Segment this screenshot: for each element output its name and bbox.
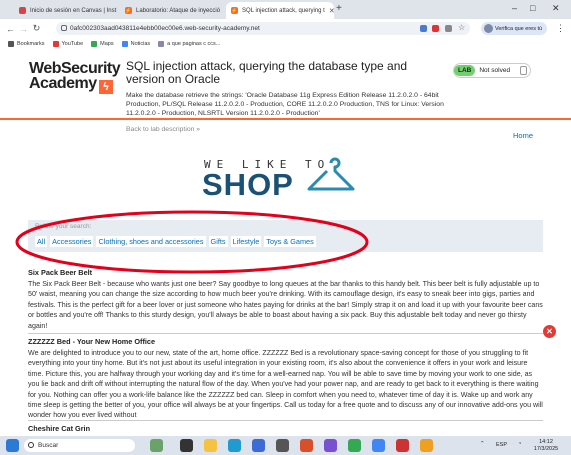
clock[interactable]: 14:12 17/3/2025 (530, 439, 562, 452)
site-info-icon[interactable] (61, 25, 67, 31)
home-link[interactable]: Home (513, 131, 533, 140)
tab-sql-injection[interactable]: ⚡ SQL injection attack, querying t ✕ (226, 2, 334, 19)
windows-taskbar: Buscar ⌃ ESP ◔ 14:12 17/3/2025 (0, 436, 571, 455)
bookmark-label: Bookmarks (17, 41, 45, 47)
bookmark-item[interactable]: Maps (91, 41, 114, 47)
bookmark-item[interactable]: a que paginas c ccs... (158, 41, 220, 47)
search-icon (28, 442, 34, 448)
product-description: We are delighted to introduce you to our… (28, 349, 543, 420)
portswigger-favicon-icon: ⚡ (125, 7, 132, 14)
clock-date: 17/3/2025 (533, 445, 559, 452)
red-annotation-ellipse (15, 210, 369, 274)
forward-arrow-icon[interactable]: → (17, 24, 30, 34)
back-arrow-icon[interactable]: ← (4, 24, 17, 34)
mail-icon[interactable] (252, 439, 265, 452)
bookmark-label: a que paginas c ccs... (167, 41, 221, 47)
app-icon[interactable] (420, 439, 433, 452)
taskbar-search[interactable]: Buscar (24, 439, 135, 452)
product-title[interactable]: ZZZZZZ Bed - Your New Home Office (28, 337, 543, 346)
back-link-label: Back to lab description (126, 126, 195, 133)
language-indicator[interactable]: ESP (496, 442, 507, 449)
bookmark-star-icon[interactable]: ☆ (458, 23, 467, 32)
web-security-academy-logo[interactable]: WebSecurity Academy ϟ (29, 60, 121, 94)
maximize-button[interactable]: □ (530, 3, 535, 13)
product-item: Six Pack Beer Belt The Six Pack Beer Bel… (28, 268, 543, 331)
reload-icon[interactable]: ↻ (30, 23, 43, 34)
close-tab-icon[interactable]: ✕ (220, 7, 225, 15)
address-bar[interactable]: 0afc002303aad043811e4ebb00ec00e6.web-sec… (56, 22, 470, 35)
minimize-button[interactable]: – (512, 3, 517, 13)
edge-icon[interactable] (228, 439, 241, 452)
new-tab-button[interactable]: + (336, 3, 342, 14)
maps-icon (91, 41, 98, 47)
chrome-icon[interactable] (372, 439, 385, 452)
header-divider (0, 118, 571, 120)
back-to-lab-link[interactable]: Back to lab description » (126, 126, 200, 133)
product-description: The Six Pack Beer Belt - because who wan… (28, 280, 543, 330)
browser-tab-bar: Inicio de sesión en Canvas | Inst ✕ ⚡ La… (0, 0, 571, 19)
hanger-icon (307, 157, 355, 191)
bookmark-item[interactable]: Noticias (121, 41, 151, 47)
file-explorer-icon[interactable] (204, 439, 217, 452)
lightning-icon: ϟ (98, 80, 113, 94)
canvas-favicon-icon (19, 7, 26, 14)
tray-chevron-icon[interactable]: ⌃ (480, 441, 485, 448)
lab-status-widget: LAB Not solved (453, 63, 531, 78)
product-title[interactable]: Six Pack Beer Belt (28, 268, 543, 277)
flask-icon (520, 66, 527, 75)
lab-status: Not solved (479, 67, 511, 74)
close-tab-icon[interactable]: ✕ (325, 7, 334, 15)
tab-title: Inicio de sesión en Canvas | Inst (30, 7, 117, 14)
app-icon[interactable] (324, 439, 337, 452)
youtube-icon (52, 41, 59, 47)
logo-line2: Academy (29, 75, 97, 92)
bookmark-item[interactable]: Bookmarks (8, 41, 45, 47)
office-icon[interactable] (300, 439, 313, 452)
product-divider (28, 333, 543, 334)
tab-title: Laboratorio: Ataque de inyecció (136, 7, 221, 14)
lab-description: Make the database retrieve the strings: … (126, 92, 444, 117)
close-tab-icon[interactable]: ✕ (116, 7, 119, 15)
close-window-button[interactable]: ✕ (552, 3, 560, 14)
bookmarks-bar: Bookmarks YouTube Maps Noticias a que pa… (0, 38, 571, 50)
tab-canvas-login[interactable]: Inicio de sesión en Canvas | Inst ✕ (14, 2, 119, 19)
wifi-icon[interactable]: ◔ (518, 441, 521, 448)
chrome-icon[interactable] (348, 439, 361, 452)
product-item: Cheshire Cat Grin (28, 424, 543, 433)
search-placeholder: Buscar (38, 442, 59, 449)
product-title[interactable]: Cheshire Cat Grin (28, 424, 543, 433)
news-icon (121, 41, 128, 47)
menu-dots-icon[interactable]: ⋮ (556, 23, 565, 33)
lab-title: SQL injection attack, querying the datab… (126, 59, 408, 86)
store-icon[interactable] (276, 439, 289, 452)
verify-label: Verifica que eres tú (495, 25, 543, 32)
landscape-icon[interactable] (150, 439, 163, 452)
app-icon[interactable] (396, 439, 409, 452)
bookmarks-folder-icon (8, 41, 14, 47)
lab-badge: LAB (454, 65, 476, 76)
double-chevron-right-icon: » (196, 126, 201, 133)
bookmark-item[interactable]: YouTube (52, 41, 84, 47)
bookmark-label: Maps (100, 41, 114, 47)
extension-icon[interactable] (445, 25, 452, 32)
tab-title: SQL injection attack, querying t (242, 7, 325, 14)
avatar (484, 24, 493, 33)
close-circle-icon[interactable]: ✕ (543, 325, 556, 338)
product-divider (28, 420, 543, 421)
google-icon (158, 41, 165, 47)
tab-laboratorio[interactable]: ⚡ Laboratorio: Ataque de inyecció ✕ (120, 2, 225, 19)
windows-start-icon[interactable] (6, 439, 19, 452)
portswigger-favicon-icon: ⚡ (231, 7, 238, 14)
web-page: WebSecurity Academy ϟ SQL injection attac… (0, 50, 571, 436)
profile-verify-button[interactable]: Verifica que eres tú (481, 22, 547, 35)
bookmark-label: Noticias (130, 41, 151, 47)
task-view-icon[interactable] (180, 439, 193, 452)
product-item: ZZZZZZ Bed - Your New Home Office We are… (28, 337, 543, 421)
extension-icon[interactable] (420, 25, 427, 32)
url-text: 0afc002303aad043811e4ebb00ec00e6.web-sec… (70, 25, 260, 32)
extension-icon[interactable] (432, 25, 439, 32)
logo-line1: WebSecurity (29, 60, 121, 77)
bookmark-label: YouTube (61, 41, 84, 47)
shop-title: SHOP (202, 167, 294, 202)
